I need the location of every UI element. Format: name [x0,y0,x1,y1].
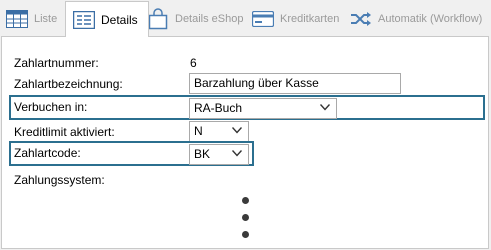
ellipsis-dot-icon [242,197,249,204]
tab-label: Automatik (Workflow) [378,13,483,25]
kreditlimit-label: Kreditlimit aktiviert: [14,125,115,139]
row-verbuchen-in: Verbuchen in: RA-Buch [9,95,485,120]
chevron-down-icon [231,127,243,134]
tab-label: Kreditkarten [280,13,340,25]
zahlungssystem-label: Zahlungssystem: [14,173,105,187]
details-form-icon [72,10,96,29]
zahlartcode-dropdown[interactable]: BK [189,144,249,165]
details-panel: Zahlartnummer: 6 Zahlartbezeichnung: Bar… [1,36,489,249]
tab-automatik-workflow[interactable]: Automatik (Workflow) [350,4,482,34]
tab-label: Details eShop [175,13,244,25]
zahlartcode-label: Zahlartcode: [14,146,81,160]
shopping-bag-icon [147,8,169,30]
shuffle-icon [350,11,372,27]
tab-details[interactable]: Details [65,1,149,37]
credit-card-icon [251,10,275,28]
verbuchen-in-dropdown[interactable]: RA-Buch [189,98,337,119]
zahlartnummer-label: Zahlartnummer: [14,56,99,70]
chevron-down-icon [319,104,331,111]
row-zahlungssystem: Zahlungssystem: [9,169,485,190]
verbuchen-in-value: RA-Buch [194,101,243,115]
verbuchen-in-label: Verbuchen in: [14,100,88,114]
row-kreditlimit: Kreditlimit aktiviert: N [9,121,485,142]
row-zahlartcode: Zahlartcode: BK [9,141,254,166]
tab-details-eshop[interactable]: Details eShop [147,4,244,34]
tab-label: Liste [34,13,58,25]
tab-label: Details [101,12,138,27]
grid-icon [6,10,28,28]
tab-bar: Liste Details Details eShop Kreditkarten… [0,0,491,37]
tab-kreditkarten[interactable]: Kreditkarten [251,4,340,34]
row-zahlartnummer: Zahlartnummer: 6 [9,52,485,73]
zahlartbezeichnung-field[interactable]: Barzahlung über Kasse [189,73,401,94]
chevron-down-icon [231,150,243,157]
kreditlimit-dropdown[interactable]: N [189,121,249,142]
tab-liste[interactable]: Liste [6,4,57,34]
ellipsis-dot-icon [242,214,249,221]
zahlartbezeichnung-label: Zahlartbezeichnung: [14,77,123,91]
row-zahlartbezeichnung: Zahlartbezeichnung: Barzahlung über Kass… [9,73,485,94]
ellipsis-dot-icon [242,231,249,238]
kreditlimit-value: N [194,124,203,138]
zahlartnummer-value: 6 [190,56,197,70]
zahlartcode-value: BK [194,147,211,161]
